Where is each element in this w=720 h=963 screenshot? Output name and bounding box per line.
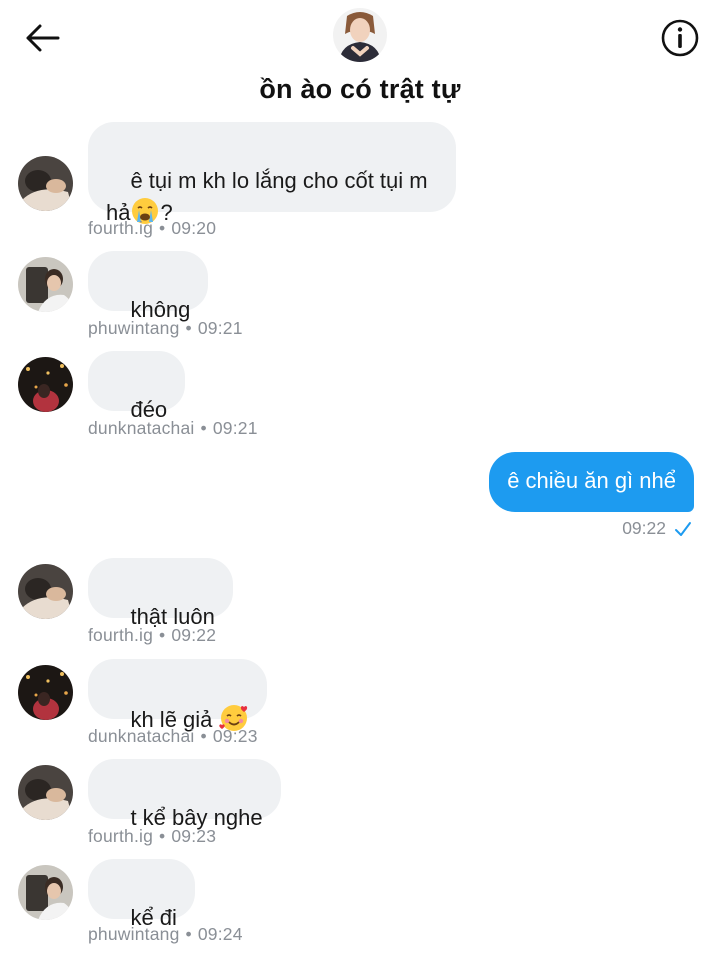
sender-name[interactable]: fourth.ig <box>88 218 153 238</box>
sender-avatar[interactable] <box>18 156 73 211</box>
timestamp: 09:22 <box>171 625 217 645</box>
sender-avatar[interactable] <box>18 665 73 720</box>
message-bubble[interactable]: ê tụi m kh lo lắng cho cốt tụi m hả? <box>88 122 456 225</box>
timestamp: 09:23 <box>171 826 217 846</box>
timestamp: 09:24 <box>197 924 243 944</box>
message-meta: dunknatachai • 09:23 <box>88 726 258 746</box>
timestamp: 09:21 <box>197 318 243 338</box>
sender-name[interactable]: phuwintang <box>88 924 180 944</box>
info-button[interactable] <box>660 18 700 58</box>
message-bubble[interactable]: đéo <box>88 351 186 422</box>
sender-name[interactable]: fourth.ig <box>88 826 153 846</box>
message-bubble[interactable]: thật luôn <box>88 558 233 629</box>
message-meta: fourth.ig • 09:23 <box>88 826 217 846</box>
group-avatar[interactable] <box>333 8 387 62</box>
sender-avatar[interactable] <box>18 564 73 619</box>
info-icon <box>661 19 699 57</box>
message-bubble[interactable]: t kể bây nghe <box>88 759 281 830</box>
chat-header: ồn ào có trật tự <box>0 0 720 115</box>
message-meta: phuwintang • 09:24 <box>88 924 243 944</box>
sender-avatar[interactable] <box>18 257 73 312</box>
timestamp: 09:22 <box>622 518 666 538</box>
timestamp: 09:23 <box>212 726 258 746</box>
sender-avatar[interactable] <box>18 357 73 412</box>
sender-avatar[interactable] <box>18 765 73 820</box>
message-bubble[interactable]: kh lẽ giả <box>88 659 267 732</box>
message-bubble[interactable]: kể đi <box>88 859 195 930</box>
back-button[interactable] <box>22 20 62 56</box>
conversation-title: ồn ào có trật tự <box>259 74 461 104</box>
sender-name[interactable]: dunknatachai <box>88 418 195 438</box>
message-meta: fourth.ig • 09:22 <box>88 625 217 645</box>
message-meta: dunknatachai • 09:21 <box>88 418 258 438</box>
outgoing-message-bubble[interactable]: ê chiều ăn gì nhể <box>489 452 694 512</box>
sender-avatar[interactable] <box>18 865 73 920</box>
sender-name[interactable]: phuwintang <box>88 318 180 338</box>
sender-name[interactable]: fourth.ig <box>88 625 153 645</box>
sender-name[interactable]: dunknatachai <box>88 726 195 746</box>
message-meta: phuwintang • 09:21 <box>88 318 243 338</box>
message-bubble[interactable]: không <box>88 251 209 322</box>
arrow-left-icon <box>26 24 60 52</box>
timestamp: 09:21 <box>212 418 258 438</box>
message-meta: 09:22 <box>622 518 692 539</box>
message-meta: fourth.ig • 09:20 <box>88 218 217 238</box>
timestamp: 09:20 <box>171 218 217 238</box>
read-check-icon <box>675 521 691 536</box>
